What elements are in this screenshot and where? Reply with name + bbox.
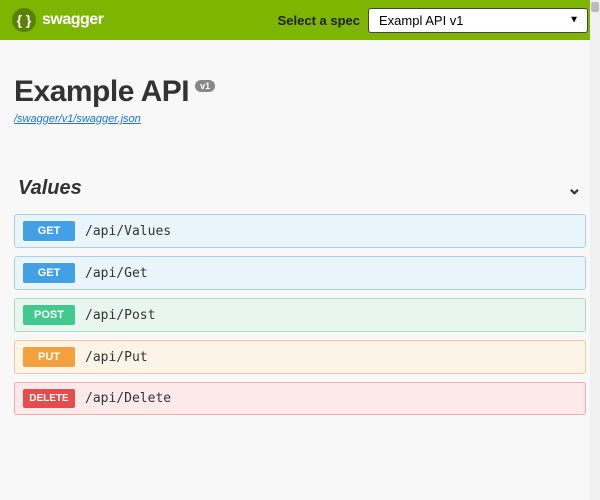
- version-badge: v1: [195, 80, 215, 92]
- spec-selector-area: Select a spec Exampl API v1 ▼: [278, 8, 588, 33]
- operation-path: /api/Post: [85, 308, 155, 323]
- main-content: Example API v1 /swagger/v1/swagger.json …: [0, 40, 600, 429]
- swagger-icon: { }: [12, 8, 36, 32]
- spec-selector-label: Select a spec: [278, 13, 360, 28]
- scrollbar[interactable]: [590, 0, 600, 500]
- method-badge: GET: [23, 263, 75, 283]
- chevron-down-icon: ⌄: [567, 178, 582, 199]
- operation-path: /api/Get: [85, 266, 148, 281]
- api-title: Example API: [14, 75, 189, 109]
- scrollbar-thumb[interactable]: [591, 2, 599, 12]
- spec-json-link[interactable]: /swagger/v1/swagger.json: [14, 113, 141, 125]
- operation-path: /api/Put: [85, 350, 148, 365]
- operation-row[interactable]: PUT/api/Put: [14, 340, 586, 374]
- method-badge: POST: [23, 305, 75, 325]
- spec-select[interactable]: Exampl API v1 ▼: [368, 8, 588, 33]
- operation-path: /api/Values: [85, 224, 171, 239]
- operation-row[interactable]: POST/api/Post: [14, 298, 586, 332]
- brand-name: swagger: [42, 11, 103, 29]
- topbar: { } swagger Select a spec Exampl API v1 …: [0, 0, 600, 40]
- title-row: Example API v1: [14, 75, 586, 109]
- tag-name: Values: [18, 177, 82, 200]
- operation-list: GET/api/ValuesGET/api/GetPOST/api/PostPU…: [14, 214, 586, 415]
- operation-path: /api/Delete: [85, 391, 171, 406]
- method-badge: GET: [23, 221, 75, 241]
- brand-logo: { } swagger: [12, 8, 103, 32]
- method-badge: DELETE: [23, 389, 75, 408]
- method-badge: PUT: [23, 347, 75, 367]
- chevron-down-icon: ▼: [569, 15, 579, 26]
- tag-header[interactable]: Values ⌄: [14, 177, 586, 206]
- operation-row[interactable]: GET/api/Get: [14, 256, 586, 290]
- operation-row[interactable]: DELETE/api/Delete: [14, 382, 586, 415]
- spec-selected-value: Exampl API v1: [379, 13, 464, 28]
- operation-row[interactable]: GET/api/Values: [14, 214, 586, 248]
- tag-section: Values ⌄ GET/api/ValuesGET/api/GetPOST/a…: [14, 177, 586, 415]
